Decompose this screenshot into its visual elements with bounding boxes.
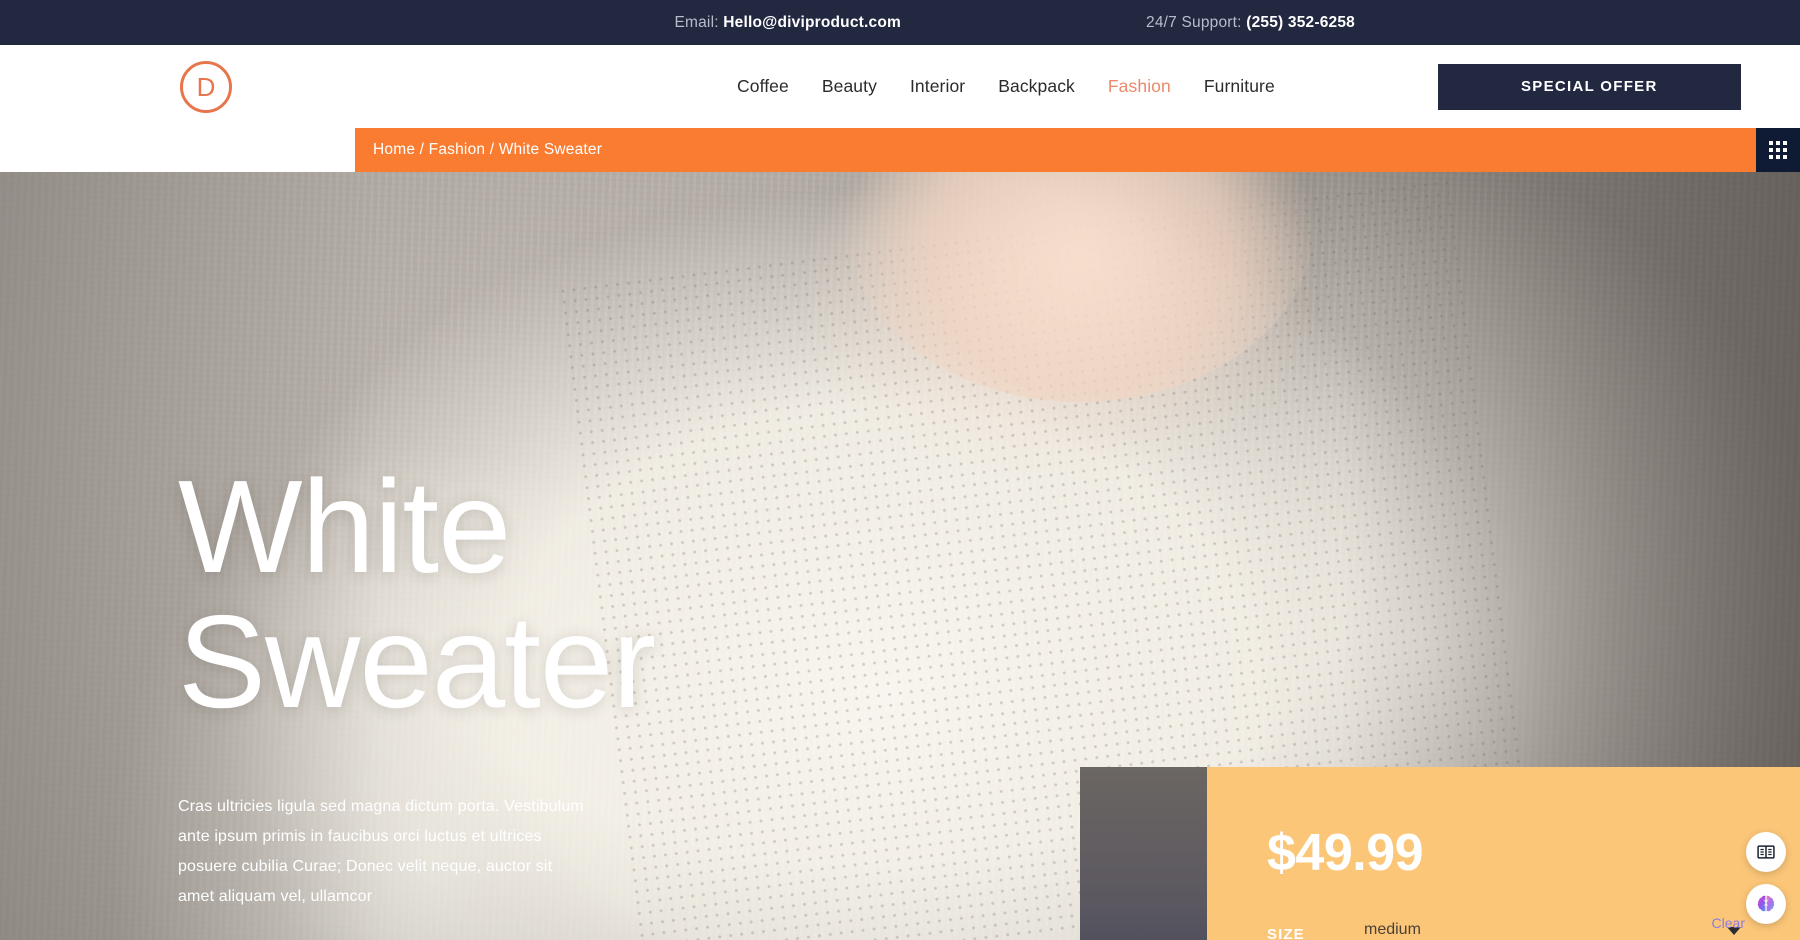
breadcrumb-text[interactable]: Home / Fashion / White Sweater <box>373 141 602 159</box>
page-title-line1: White <box>178 453 511 600</box>
breadcrumb-bar: Home / Fashion / White Sweater <box>0 128 1800 172</box>
nav-item-backpack[interactable]: Backpack <box>998 76 1075 97</box>
hero-section: White Sweater Cras ultricies ligula sed … <box>0 172 1800 940</box>
clear-selection-link[interactable]: Clear <box>1712 915 1745 931</box>
product-price: $49.99 <box>1267 824 1424 882</box>
contact-email: Email: Hello@diviproduct.com <box>674 14 901 32</box>
email-value[interactable]: Hello@diviproduct.com <box>723 14 901 31</box>
site-header: D Coffee Beauty Interior Backpack Fashio… <box>0 45 1800 128</box>
size-select[interactable]: medium small large <box>1359 921 1745 940</box>
grid-icon <box>1769 141 1787 159</box>
brain-icon <box>1757 895 1775 912</box>
logo-letter: D <box>196 71 216 102</box>
special-offer-button[interactable]: SPECIAL OFFER <box>1437 63 1741 110</box>
documentation-button[interactable] <box>1746 832 1786 872</box>
email-label: Email: <box>674 13 719 31</box>
product-purchase-panel: $49.99 SIZE medium small large Clear <box>1080 767 1800 940</box>
book-icon <box>1757 845 1775 859</box>
floating-widgets <box>1746 832 1786 924</box>
nav-item-furniture[interactable]: Furniture <box>1204 76 1275 97</box>
support-phone: 24/7 Support: (255) 352-6258 <box>1146 14 1355 32</box>
top-utility-bar: Email: Hello@diviproduct.com 24/7 Suppor… <box>0 0 1800 45</box>
nav-item-coffee[interactable]: Coffee <box>737 76 789 97</box>
page-title-line2: Sweater <box>178 587 656 735</box>
nav-item-beauty[interactable]: Beauty <box>822 76 877 97</box>
logo-divi[interactable]: D <box>180 60 232 113</box>
page-title: White Sweater <box>178 453 656 735</box>
panel-accent-strip <box>1080 767 1207 940</box>
product-description: Cras ultricies ligula sed magna dictum p… <box>178 798 584 905</box>
purchase-card: $49.99 SIZE medium small large Clear <box>1207 767 1800 940</box>
nav-item-fashion[interactable]: Fashion <box>1108 76 1171 97</box>
main-navigation: Coffee Beauty Interior Backpack Fashion … <box>737 76 1275 97</box>
size-label: SIZE <box>1267 926 1305 940</box>
ai-assistant-button[interactable] <box>1746 884 1786 924</box>
breadcrumb: Home / Fashion / White Sweater <box>355 128 1756 172</box>
support-label: 24/7 Support: <box>1146 13 1242 31</box>
nav-item-interior[interactable]: Interior <box>910 76 965 97</box>
support-value[interactable]: (255) 352-6258 <box>1246 14 1355 31</box>
grid-menu-button[interactable] <box>1756 128 1800 172</box>
